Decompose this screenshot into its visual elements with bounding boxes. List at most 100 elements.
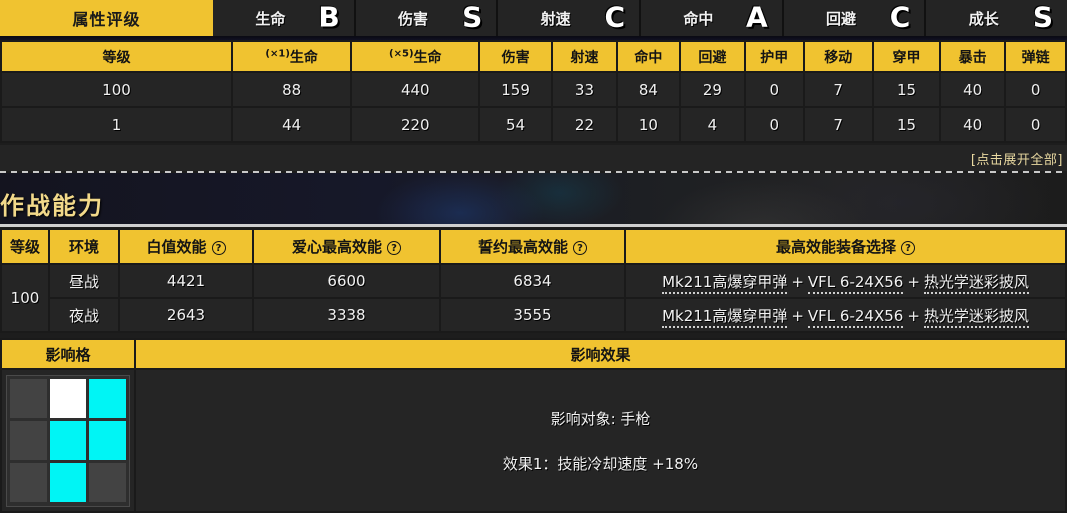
rating-name: 回避 xyxy=(826,9,857,28)
equipment-link[interactable]: Mk211高爆穿甲弹 xyxy=(662,272,788,294)
combat-col-label: 白值效能 xyxy=(146,238,207,256)
stats-col-multiplier: (×1) xyxy=(265,47,290,59)
rating-cell-4: 回避 C xyxy=(783,0,927,36)
equipment-link[interactable]: 热光学迷彩披风 xyxy=(923,272,1029,294)
equipment-link[interactable]: 热光学迷彩披风 xyxy=(923,306,1029,328)
rating-grade: S xyxy=(462,0,483,34)
stats-col-header-10: 暴击 xyxy=(939,40,1007,73)
combat-love-cell: 6600 xyxy=(252,263,441,299)
stats-col-label: 护甲 xyxy=(760,49,789,66)
stats-value-cell: 84 xyxy=(615,71,681,108)
influence-grid-cell-0-2 xyxy=(89,378,126,418)
combat-col-label: 最高效能装备选择 xyxy=(775,238,896,256)
rating-grade: A xyxy=(746,0,768,34)
stats-value-cell: 15 xyxy=(871,106,942,143)
combat-env-cell: 夜战 xyxy=(48,297,120,333)
equipment-link[interactable]: VFL 6-24X56 xyxy=(807,272,904,294)
equipment-link[interactable]: Mk211高爆穿甲弹 xyxy=(662,306,788,328)
rating-grade: B xyxy=(318,0,340,34)
influence-effect-pane: 影响对象: 手枪 效果1：技能冷却速度 +18% xyxy=(136,370,1067,513)
rating-cell-0: 生命 B xyxy=(213,0,356,36)
combat-header-row: 等级 环境 白值效能? 爱心最高效能? 誓约最高效能? 最高效能装备选择? xyxy=(0,228,1067,265)
influence-grid-cell-1-1 xyxy=(49,420,87,461)
influence-grid-pane xyxy=(0,370,136,513)
equipment-link[interactable]: VFL 6-24X56 xyxy=(807,306,904,328)
table-row: 夜战 2643 3338 3555 Mk211高爆穿甲弹 + VFL 6-24X56 + 热光学… xyxy=(1,297,1067,333)
rating-grade: C xyxy=(604,0,626,34)
rating-grade: S xyxy=(1032,0,1054,34)
stats-value-cell: 0 xyxy=(743,106,805,143)
base-stats-table: 等级 (×1)生命 (×5)生命 伤害 射速 命中 回避 护甲 移动 穿甲 暴击 弹链 100 88 44… xyxy=(0,40,1067,143)
combat-col-header-1: 环境 xyxy=(48,228,120,265)
attribute-rating-list: 生命 B 伤害 S 射速 C 命中 A 回避 C 成长 S xyxy=(213,0,1067,36)
attribute-rating-bar: 属性评级 生命 B 伤害 S 射速 C 命中 A 回避 C 成长 S xyxy=(0,0,1067,36)
stats-level-cell: 100 xyxy=(0,71,233,108)
combat-col-header-5: 最高效能装备选择? xyxy=(624,228,1067,265)
attribute-rating-title: 属性评级 xyxy=(0,0,213,36)
combat-level-cell: 100 xyxy=(0,263,50,333)
stats-value-cell: 440 xyxy=(350,71,481,108)
stats-col-header-0: 等级 xyxy=(0,40,233,73)
rating-cell-2: 射速 C xyxy=(498,0,642,36)
combat-col-header-2: 白值效能? xyxy=(118,228,254,265)
stats-value-cell: 15 xyxy=(871,71,942,108)
influence-grid-cell-2-0 xyxy=(10,463,47,503)
rating-grade: C xyxy=(889,0,911,34)
combat-ability-table: 等级 环境 白值效能? 爱心最高效能? 誓约最高效能? 最高效能装备选择? 100 昼战 44… xyxy=(0,228,1067,333)
stats-col-header-4: 射速 xyxy=(550,40,618,73)
stats-value-cell: 0 xyxy=(1004,71,1067,108)
stats-col-label: 弹链 xyxy=(1021,49,1050,66)
rating-name: 命中 xyxy=(683,9,714,28)
weapon-stats-panel: 属性评级 生命 B 伤害 S 射速 C 命中 A 回避 C 成长 S 等级 (×1)生命 (×5)生命 伤害… xyxy=(0,0,1067,513)
combat-white-cell: 4421 xyxy=(118,263,254,299)
influence-grid-cell-0-1 xyxy=(49,378,87,418)
stats-value-cell: 54 xyxy=(478,106,553,143)
stats-col-header-8: 移动 xyxy=(802,40,874,73)
rating-cell-1: 伤害 S xyxy=(355,0,499,36)
base-stats-header-row: 等级 (×1)生命 (×5)生命 伤害 射速 命中 回避 护甲 移动 穿甲 暴击 弹链 xyxy=(0,40,1067,73)
stats-value-cell: 0 xyxy=(1004,106,1067,143)
combat-col-header-0: 等级 xyxy=(0,228,50,265)
help-icon[interactable]: ? xyxy=(901,241,915,255)
help-icon[interactable]: ? xyxy=(211,241,226,255)
stats-col-label: 暴击 xyxy=(958,49,987,66)
section-background-art xyxy=(0,173,1067,227)
combat-col-label: 誓约最高效能 xyxy=(477,238,568,256)
stats-col-label: 移动 xyxy=(824,49,853,66)
combat-body: 100 昼战 4421 6600 6834 Mk211高爆穿甲弹 + VFL 6-24X56 +… xyxy=(0,263,1067,333)
stats-value-cell: 4 xyxy=(678,106,746,143)
stats-col-label: 穿甲 xyxy=(892,49,921,66)
influence-effect-header: 影响效果 xyxy=(136,338,1067,370)
help-icon[interactable]: ? xyxy=(387,241,401,255)
stats-col-header-6: 回避 xyxy=(678,40,746,73)
table-row: 100 昼战 4421 6600 6834 Mk211高爆穿甲弹 + VFL 6-24X56 +… xyxy=(0,263,1067,333)
stats-value-cell: 7 xyxy=(802,71,874,108)
stats-col-multiplier: (×5) xyxy=(389,47,414,59)
influence-grid-cell-2-1 xyxy=(49,463,87,503)
stats-value-cell: 220 xyxy=(350,106,481,143)
stats-col-header-9: 穿甲 xyxy=(871,40,942,73)
influence-body-row: 影响对象: 手枪 效果1：技能冷却速度 +18% xyxy=(0,370,1067,513)
stats-col-label: 射速 xyxy=(570,49,599,66)
stats-value-cell: 159 xyxy=(478,71,553,108)
combat-oath-cell: 6834 xyxy=(439,263,626,299)
table-row: 1 44 220 54 22 10 4 0 7 15 40 0 xyxy=(0,106,1067,143)
influence-grid-cell-0-0 xyxy=(10,378,47,418)
combat-equipment-cell: Mk211高爆穿甲弹 + VFL 6-24X56 + 热光学迷彩披风 xyxy=(624,297,1067,333)
table-row: 100 88 440 159 33 84 29 0 7 15 40 0 xyxy=(0,71,1067,108)
help-icon[interactable]: ? xyxy=(573,241,587,255)
combat-col-label: 等级 xyxy=(9,238,40,256)
combat-env-cell: 昼战 xyxy=(48,263,120,299)
influence-grid-cell-1-0 xyxy=(10,420,47,461)
rating-cell-3: 命中 A xyxy=(641,0,784,36)
stats-col-header-3: 伤害 xyxy=(478,40,553,73)
expand-all-link[interactable]: [点击展开全部] xyxy=(971,149,1067,168)
influence-grid xyxy=(6,374,130,507)
rating-name: 生命 xyxy=(255,9,286,28)
stats-value-cell: 88 xyxy=(230,71,353,108)
section-underline xyxy=(0,224,1067,227)
combat-oath-cell: 3555 xyxy=(439,297,626,333)
rating-name: 伤害 xyxy=(398,9,429,28)
stats-value-cell: 40 xyxy=(939,71,1007,108)
combat-ability-table-wrap: 等级 环境 白值效能? 爱心最高效能? 誓约最高效能? 最高效能装备选择? 100 昼战 44… xyxy=(0,228,1067,333)
